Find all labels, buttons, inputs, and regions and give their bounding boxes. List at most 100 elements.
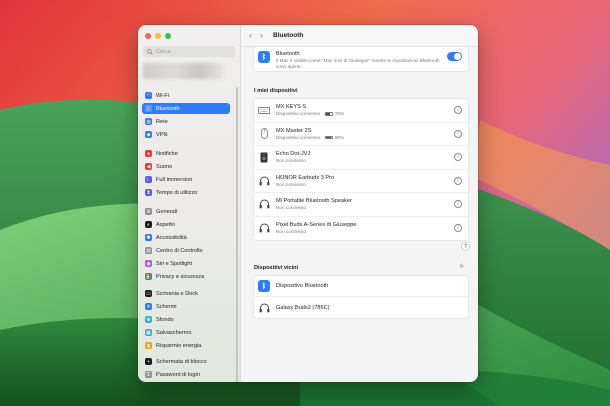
main-pane: ‹ › Bluetooth ᛒ Bluetooth Il Mac è visib… [241, 25, 478, 382]
sidebar-item-label: Full immersion [156, 176, 193, 183]
device-name: Pixel Buds A-Series di Giuseppe [276, 222, 357, 229]
back-chevron-icon[interactable]: ‹ [249, 31, 252, 40]
device-name: HONOR Earbuds 3 Pro [276, 174, 335, 181]
sidebar-item-full-immersion[interactable]: ☾ Full immersion [142, 174, 230, 185]
sidebar-item-salvaschermo[interactable]: ▣ Salvaschermo [142, 327, 230, 338]
sidebar-item-wi-fi[interactable]: ◠ Wi-Fi [142, 90, 230, 101]
sidebar-item-label: Accessibilità [156, 234, 187, 241]
sidebar-item-siri-e-spotlight[interactable]: ◉ Siri e Spotlight [142, 258, 230, 269]
hand-icon: ✋ [145, 273, 152, 280]
sidebar-item-aspetto[interactable]: ◐ Aspetto [142, 219, 230, 230]
sidebar-item-accessibilit[interactable]: ✱ Accessibilità [142, 232, 230, 243]
bluetooth-switch[interactable] [447, 52, 462, 61]
device-name: MX Master 2S [276, 127, 312, 134]
device-status: Non connesso [276, 182, 468, 187]
network-icon: ◍ [145, 118, 152, 125]
forward-chevron-icon[interactable]: › [260, 31, 263, 40]
sidebar-item-label: Siri e Spotlight [156, 260, 193, 267]
nearby-devices-list: ᛒ Dispositivo Bluetooth Galaxy Buds2 (785C… [253, 275, 469, 319]
sidebar-item-label: Salvaschermo [156, 329, 192, 336]
bluetooth-toggle-card: ᛒ Bluetooth Il Mac è visibile come "Mac … [253, 46, 469, 72]
sidebar-item-label: Rete [156, 118, 168, 125]
device-row-mx-keys-s[interactable]: MX KEYS S Dispositivo connesso · 70% i [254, 99, 468, 123]
sidebar-item-sfondo[interactable]: ❀ Sfondo [142, 314, 230, 325]
nearby-row-galaxy-buds2-785c[interactable]: Galaxy Buds2 (785C) [254, 297, 468, 318]
info-icon[interactable]: i [454, 176, 462, 185]
wifi-icon: ◠ [145, 92, 152, 99]
device-name: MX KEYS S [276, 104, 307, 111]
info-icon[interactable]: i [454, 129, 462, 138]
mouse-icon [258, 128, 270, 140]
device-row-mi-portable-bluetooth-speaker[interactable]: Mi Portable Bluetooth Speaker Non conness… [254, 193, 468, 217]
device-status-text: Non connesso [276, 205, 306, 211]
scanning-spinner-icon: ✲ [459, 264, 465, 270]
device-status-text: Dispositivo connesso · [276, 111, 323, 117]
my-devices-list: MX KEYS S Dispositivo connesso · 70% i MX Ma… [253, 98, 469, 241]
sidebar-item-label: Generali [156, 208, 178, 215]
device-row-mx-master-2s[interactable]: MX Master 2S Dispositivo connesso · 90% i [254, 123, 468, 146]
sidebar-item-label: Password di login [156, 371, 200, 378]
battery-percentage: 70% [334, 111, 345, 117]
sidebar-item-vpn[interactable]: ◆ VPN [142, 129, 230, 140]
bluetooth-icon: ᛒ [258, 51, 270, 63]
device-status: Non connesso [276, 205, 468, 210]
battery-percentage: 90% [334, 134, 345, 140]
sidebar-scrollbar[interactable] [236, 87, 238, 382]
gear-icon: ⚙ [145, 208, 152, 215]
sidebar-item-label: Wi-Fi [156, 92, 170, 99]
close-window-button[interactable] [145, 33, 151, 39]
sidebar-item-label: Schermi [156, 303, 177, 310]
sidebar-item-label: Privacy e sicurezza [156, 273, 205, 280]
bluetooth-icon: ᛒ [258, 280, 270, 292]
battery-icon [324, 135, 333, 140]
device-row-echo-dot-jvj[interactable]: Echo Dot-JVJ Non connesso i [254, 146, 468, 170]
search-input[interactable] [156, 48, 226, 55]
hourglass-icon: ⧗ [145, 189, 152, 196]
headphones-icon [258, 302, 270, 314]
vpn-icon: ◆ [145, 131, 152, 138]
sidebar-item-privacy-e-sicurezza[interactable]: ✋ Privacy e sicurezza [142, 271, 230, 282]
sidebar-item-label: Scrivania e Dock [156, 290, 198, 297]
sidebar-item-rete[interactable]: ◍ Rete [142, 116, 230, 127]
sidebar-item-label: Schermata di blocco [156, 358, 207, 365]
sidebar-item-scrivania-e-dock[interactable]: ▭ Scrivania e Dock [142, 288, 230, 299]
device-name: Mi Portable Bluetooth Speaker [276, 198, 352, 205]
sidebar-item-label: Aspetto [156, 221, 175, 228]
sidebar-item-risparmio-energia[interactable]: ▮ Risparmio energia [142, 340, 230, 351]
sidebar-item-suono[interactable]: ◀ Suono [142, 161, 230, 172]
nearby-device-name: Galaxy Buds2 (785C) [276, 304, 330, 311]
help-button[interactable]: ? [461, 242, 470, 251]
battery-icon [324, 112, 333, 116]
window-controls [145, 33, 171, 39]
sidebar-item-generali[interactable]: ⚙ Generali [142, 206, 230, 217]
zoom-window-button[interactable] [165, 33, 171, 39]
nearby-devices-heading: Dispositivi vicini [254, 265, 299, 271]
device-row-honor-earbuds-3-pro[interactable]: HONOR Earbuds 3 Pro Non connesso i [254, 170, 468, 193]
sidebar: ◠ Wi-Fi ᛒ Bluetooth ◍ Rete ◆ VPN ● Notifiche ◀ Suon… [138, 25, 241, 382]
sidebar-item-notifiche[interactable]: ● Notifiche [142, 148, 230, 159]
user-profile-blurred[interactable] [143, 63, 223, 79]
minimize-window-button[interactable] [155, 33, 161, 39]
sidebar-item-schermata-di-blocco[interactable]: ▪ Schermata di blocco [142, 356, 230, 367]
device-status: Non connesso [276, 158, 468, 163]
nearby-row-dispositivo-bluetooth[interactable]: ᛒ Dispositivo Bluetooth [254, 276, 468, 297]
sidebar-item-label: Centro di Controllo [156, 247, 203, 254]
bluetooth-description: Il Mac è visibile come "Mac mini di Gius… [276, 58, 440, 69]
sidebar-item-centro-di-controllo[interactable]: ▤ Centro di Controllo [142, 245, 230, 256]
device-status: Dispositivo connesso · 90% [276, 135, 468, 140]
keyboard-icon [258, 104, 270, 116]
accessibility-icon: ✱ [145, 234, 152, 241]
sidebar-item-tempo-di-utilizzo[interactable]: ⧗ Tempo di utilizzo [142, 187, 230, 198]
moon-icon: ☾ [145, 176, 152, 183]
sidebar-item-label: Tempo di utilizzo [156, 189, 198, 196]
device-status-text: Dispositivo connesso · [276, 134, 323, 140]
headphones-icon [258, 198, 270, 210]
bluetooth-icon: ᛒ [145, 105, 152, 112]
sidebar-item-schermi[interactable]: ☀ Schermi [142, 301, 230, 312]
device-row-pixel-buds-a-series-di-giuseppe[interactable]: Pixel Buds A-Series di Giuseppe Non conne… [254, 217, 468, 241]
screensaver-icon: ▣ [145, 329, 152, 336]
sidebar-item-label: Risparmio energia [156, 342, 202, 349]
lock-screen-icon: ▪ [145, 358, 152, 365]
sidebar-item-bluetooth[interactable]: ᛒ Bluetooth [142, 103, 230, 114]
sidebar-item-password-di-login[interactable]: ⚿ Password di login [142, 369, 230, 380]
